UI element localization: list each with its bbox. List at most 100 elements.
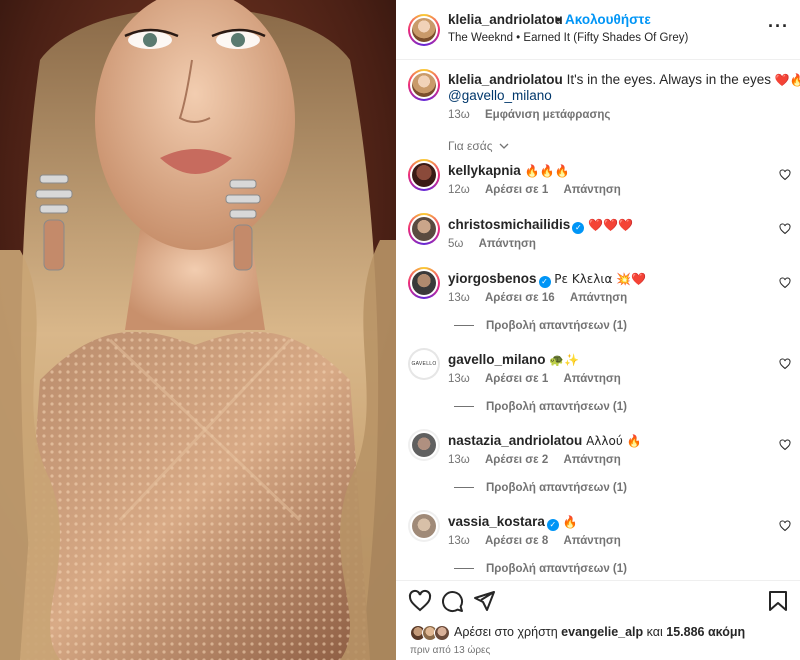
comment-meta: 12ω Αρέσει σε 1 Απάντηση bbox=[448, 184, 633, 196]
translate-link[interactable]: Εμφάνιση μετάφρασης bbox=[485, 109, 610, 121]
like-comment-icon[interactable] bbox=[779, 520, 791, 532]
replies-divider bbox=[454, 487, 474, 489]
comment-likes[interactable]: Αρέσει σε 1 bbox=[485, 373, 548, 385]
replies-divider bbox=[454, 406, 474, 408]
reply-button[interactable]: Απάντηση bbox=[563, 184, 620, 196]
more-options-icon[interactable]: ··· bbox=[768, 16, 789, 37]
verified-badge-icon: ✓ bbox=[538, 276, 551, 288]
comment-icon[interactable] bbox=[440, 589, 464, 613]
comment-meta: 13ω Αρέσει σε 1 Απάντηση bbox=[448, 373, 633, 385]
comment-username[interactable]: yiorgosbenos bbox=[448, 271, 537, 286]
view-replies-label: Προβολή απαντήσεων (1) bbox=[486, 401, 627, 413]
post-photo bbox=[0, 0, 396, 660]
comment-username[interactable]: kellykapnia bbox=[448, 163, 521, 178]
comment-body: 🐢✨ bbox=[549, 353, 580, 367]
comment-likes[interactable]: Αρέσει σε 2 bbox=[485, 454, 548, 466]
comment-item: christosmichailidis ✓ ❤️❤️❤️ 5ω Απάντηση bbox=[396, 213, 800, 263]
reply-button[interactable]: Απάντηση bbox=[563, 535, 620, 547]
comment-username[interactable]: christosmichailidis bbox=[448, 217, 570, 232]
like-comment-icon[interactable] bbox=[779, 223, 791, 235]
comment-item: GAVELLO gavello_milano 🐢✨ 13ω Αρέσει σε … bbox=[396, 348, 800, 418]
caption-mention[interactable]: @gavello_milano bbox=[448, 87, 552, 105]
follow-button[interactable]: Ακολουθήστε bbox=[565, 12, 651, 27]
chevron-down-icon bbox=[496, 139, 509, 153]
comment-text: gavello_milano 🐢✨ bbox=[448, 351, 579, 369]
for-you-filter[interactable]: Για εσάς bbox=[448, 139, 509, 153]
comment-avatar[interactable] bbox=[408, 510, 440, 542]
author-username[interactable]: klelia_andriolatou bbox=[448, 12, 563, 27]
gavello-logo: GAVELLO bbox=[411, 361, 437, 367]
comment-text: vassia_kostara ✓ 🔥 bbox=[448, 513, 578, 531]
caption-avatar[interactable] bbox=[408, 69, 440, 101]
view-replies-button[interactable]: Προβολή απαντήσεων (1) bbox=[454, 482, 627, 494]
comment-username[interactable]: vassia_kostara bbox=[448, 514, 545, 529]
comment-body: Ρε Κλελια 💥❤️ bbox=[554, 272, 647, 286]
comment-likes[interactable]: Αρέσει σε 16 bbox=[485, 292, 555, 304]
comment-time: 13ω bbox=[448, 373, 470, 385]
comment-time: 5ω bbox=[448, 238, 464, 250]
post-header: klelia_andriolatou • Ακολουθήστε The Wee… bbox=[396, 0, 800, 60]
likes-count[interactable]: 15.886 ακόμη bbox=[666, 625, 745, 639]
author-avatar[interactable] bbox=[408, 14, 440, 46]
post-timestamp[interactable]: πριν από 13 ώρες bbox=[410, 645, 490, 656]
for-you-label: Για εσάς bbox=[448, 139, 493, 153]
avatar bbox=[434, 625, 450, 641]
post-media[interactable] bbox=[0, 0, 396, 660]
comment-text: nastazia_andriolatou Αλλού 🔥 bbox=[448, 432, 642, 450]
comment-avatar[interactable] bbox=[408, 159, 440, 191]
comment-avatar[interactable] bbox=[408, 429, 440, 461]
comment-likes[interactable]: Αρέσει σε 1 bbox=[485, 184, 548, 196]
song-link[interactable]: The Weeknd • Earned It (Fifty Shades Of … bbox=[448, 32, 688, 44]
verified-badge-icon: ✓ bbox=[572, 222, 585, 234]
heart-icon[interactable] bbox=[408, 589, 432, 613]
comment-meta: 13ω Αρέσει σε 16 Απάντηση bbox=[448, 292, 639, 304]
caption-username[interactable]: klelia_andriolatou bbox=[448, 72, 563, 87]
verified-badge-icon: ✓ bbox=[546, 519, 559, 531]
like-comment-icon[interactable] bbox=[779, 358, 791, 370]
comment-text: yiorgosbenos ✓ Ρε Κλελια 💥❤️ bbox=[448, 270, 646, 288]
comment-username[interactable]: gavello_milano bbox=[448, 352, 546, 367]
like-comment-icon[interactable] bbox=[779, 169, 791, 181]
caption-body: It's in the eyes. Always in the eyes bbox=[566, 72, 771, 87]
replies-divider bbox=[454, 325, 474, 327]
view-replies-label: Προβολή απαντήσεων (1) bbox=[486, 320, 627, 332]
comment-item: yiorgosbenos ✓ Ρε Κλελια 💥❤️ 13ω Αρέσει σ… bbox=[396, 267, 800, 337]
comment-text: christosmichailidis ✓ ❤️❤️❤️ bbox=[448, 216, 633, 234]
comment-item: kellykapnia 🔥🔥🔥 12ω Αρέσει σε 1 Απάντηση bbox=[396, 159, 800, 209]
comments-scroll[interactable]: klelia_andriolatou It's in the eyes. Alw… bbox=[396, 61, 800, 579]
reply-button[interactable]: Απάντηση bbox=[479, 238, 536, 250]
comment-item: vassia_kostara ✓ 🔥 13ω Αρέσει σε 8 Απάντη… bbox=[396, 510, 800, 579]
likes-prefix: Αρέσει στο χρήστη bbox=[454, 625, 558, 639]
comment-time: 13ω bbox=[448, 454, 470, 466]
post-actions: Αρέσει στο χρήστη evangelie_alp και 15.8… bbox=[396, 580, 800, 660]
comment-time: 13ω bbox=[448, 535, 470, 547]
header-separator: • bbox=[556, 12, 561, 27]
comment-body: 🔥 bbox=[562, 515, 578, 529]
reply-button[interactable]: Απάντηση bbox=[563, 373, 620, 385]
view-replies-label: Προβολή απαντήσεων (1) bbox=[486, 563, 627, 575]
comment-username[interactable]: nastazia_andriolatou bbox=[448, 433, 582, 448]
reply-button[interactable]: Απάντηση bbox=[563, 454, 620, 466]
likes-connector: και bbox=[646, 625, 663, 639]
comment-item: nastazia_andriolatou Αλλού 🔥 13ω Αρέσει … bbox=[396, 429, 800, 499]
comment-meta: 13ω Αρέσει σε 8 Απάντηση bbox=[448, 535, 633, 547]
bookmark-icon[interactable] bbox=[766, 589, 790, 613]
comment-avatar[interactable] bbox=[408, 213, 440, 245]
view-replies-button[interactable]: Προβολή απαντήσεων (1) bbox=[454, 320, 627, 332]
comment-body: 🔥🔥🔥 bbox=[524, 164, 570, 178]
comment-avatar[interactable]: GAVELLO bbox=[408, 348, 440, 380]
reply-button[interactable]: Απάντηση bbox=[570, 292, 627, 304]
comment-avatar[interactable] bbox=[408, 267, 440, 299]
like-comment-icon[interactable] bbox=[779, 439, 791, 451]
view-replies-button[interactable]: Προβολή απαντήσεων (1) bbox=[454, 401, 627, 413]
share-icon[interactable] bbox=[472, 589, 496, 613]
likes-summary: Αρέσει στο χρήστη evangelie_alp και 15.8… bbox=[454, 625, 745, 639]
comment-likes[interactable]: Αρέσει σε 8 bbox=[485, 535, 548, 547]
liked-by-username[interactable]: evangelie_alp bbox=[561, 625, 643, 639]
like-comment-icon[interactable] bbox=[779, 277, 791, 289]
comment-time: 13ω bbox=[448, 292, 470, 304]
view-replies-label: Προβολή απαντήσεων (1) bbox=[486, 482, 627, 494]
caption-meta: 13ω Εμφάνιση μετάφρασης bbox=[448, 109, 622, 121]
comment-meta: 13ω Αρέσει σε 2 Απάντηση bbox=[448, 454, 633, 466]
view-replies-button[interactable]: Προβολή απαντήσεων (1) bbox=[454, 563, 627, 575]
